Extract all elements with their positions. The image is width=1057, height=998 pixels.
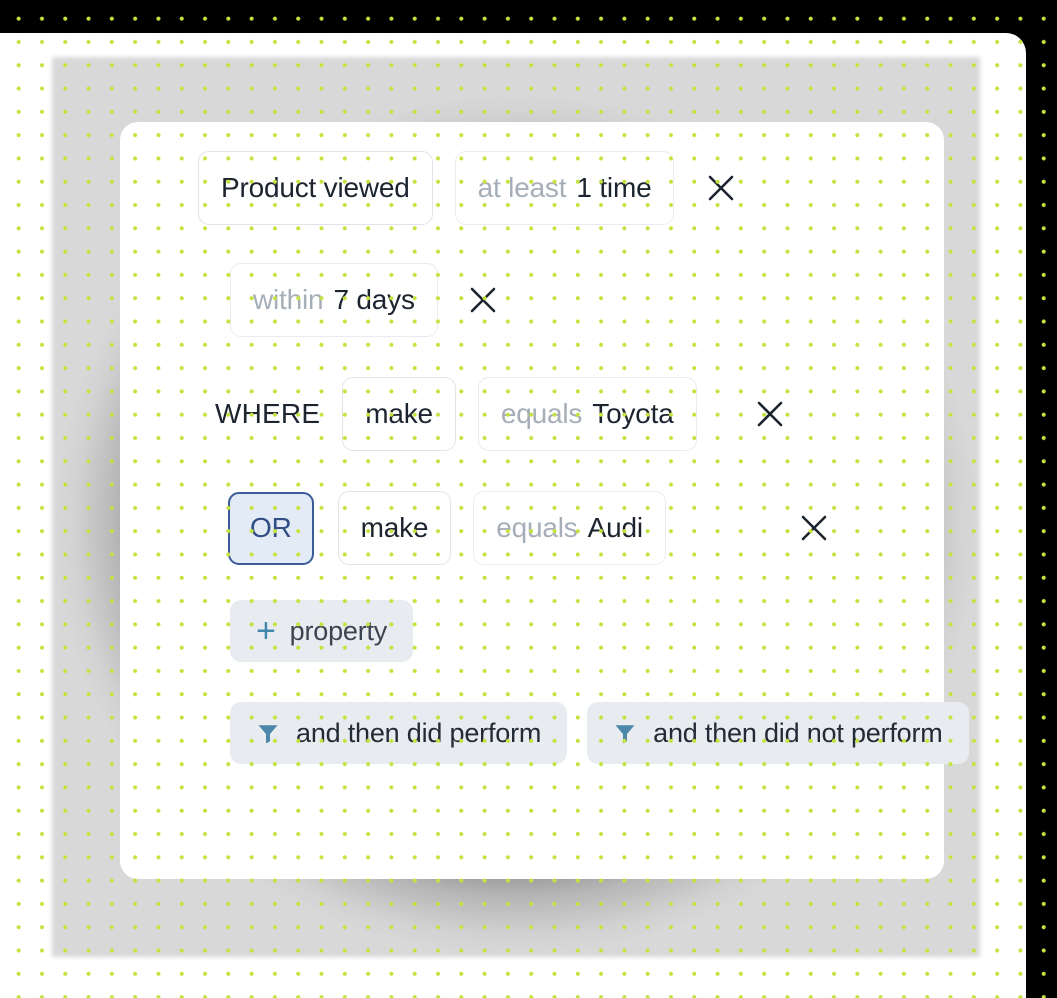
- add-property-label: property: [289, 615, 388, 646]
- funnel-icon: [256, 721, 280, 745]
- and-then-did-perform-button[interactable]: and then did perform: [230, 702, 568, 764]
- add-property-row: + property: [120, 600, 944, 662]
- condition-row: Product viewed at least 1 time: [120, 149, 944, 227]
- funnel-icon: [613, 721, 637, 745]
- condition-row: within 7 days: [120, 261, 944, 339]
- next-step-actions: and then did perform and then did not pe…: [120, 702, 969, 764]
- timeframe-chip-value: 7 days: [333, 284, 415, 315]
- remove-where-row-button[interactable]: [747, 391, 793, 437]
- event-chip[interactable]: Product viewed: [198, 151, 433, 225]
- canvas-sheet: Product viewed at least 1 time within 7 …: [0, 33, 1026, 998]
- segment-builder-dialog: Product viewed at least 1 time within 7 …: [120, 122, 969, 879]
- page-root: Product viewed at least 1 time within 7 …: [0, 0, 1057, 998]
- property-chip[interactable]: make: [342, 377, 456, 451]
- frequency-chip[interactable]: at least 1 time: [454, 151, 675, 225]
- frequency-chip-operator: at least: [477, 172, 567, 203]
- and-then-did-not-perform-button[interactable]: and then did not perform: [587, 702, 969, 764]
- condition-row: WHERE make equals Toyota: [120, 375, 944, 453]
- condition-chip-value: Audi: [587, 512, 643, 543]
- condition-chip[interactable]: equals Toyota: [477, 377, 697, 451]
- property-chip[interactable]: make: [337, 491, 452, 565]
- timeframe-chip[interactable]: within 7 days: [230, 263, 438, 337]
- or-operator-toggle[interactable]: OR: [228, 491, 314, 565]
- and-then-did-not-perform-label: and then did not perform: [653, 717, 943, 748]
- timeframe-chip-operator: within: [253, 284, 324, 315]
- condition-chip-value: Toyota: [592, 398, 674, 429]
- property-chip-value: make: [360, 512, 429, 543]
- frequency-chip-value: 1 time: [576, 172, 652, 203]
- condition-rows: Product viewed at least 1 time within 7 …: [120, 122, 969, 764]
- where-keyword: WHERE: [215, 398, 321, 429]
- event-chip-value: Product viewed: [221, 172, 410, 203]
- and-then-did-perform-label: and then did perform: [296, 717, 542, 748]
- condition-chip[interactable]: equals Audi: [473, 491, 666, 565]
- remove-timeframe-row-button[interactable]: [460, 277, 506, 323]
- remove-or-row-button[interactable]: [791, 505, 837, 551]
- property-chip-value: make: [365, 398, 433, 429]
- condition-chip-operator: equals: [496, 512, 578, 543]
- add-property-button[interactable]: + property: [230, 600, 414, 662]
- plus-icon: +: [256, 612, 276, 650]
- condition-chip-operator: equals: [500, 398, 583, 429]
- or-operator-label: OR: [250, 512, 292, 543]
- remove-event-row-button[interactable]: [698, 165, 744, 211]
- condition-row: OR make equals Audi: [120, 489, 944, 567]
